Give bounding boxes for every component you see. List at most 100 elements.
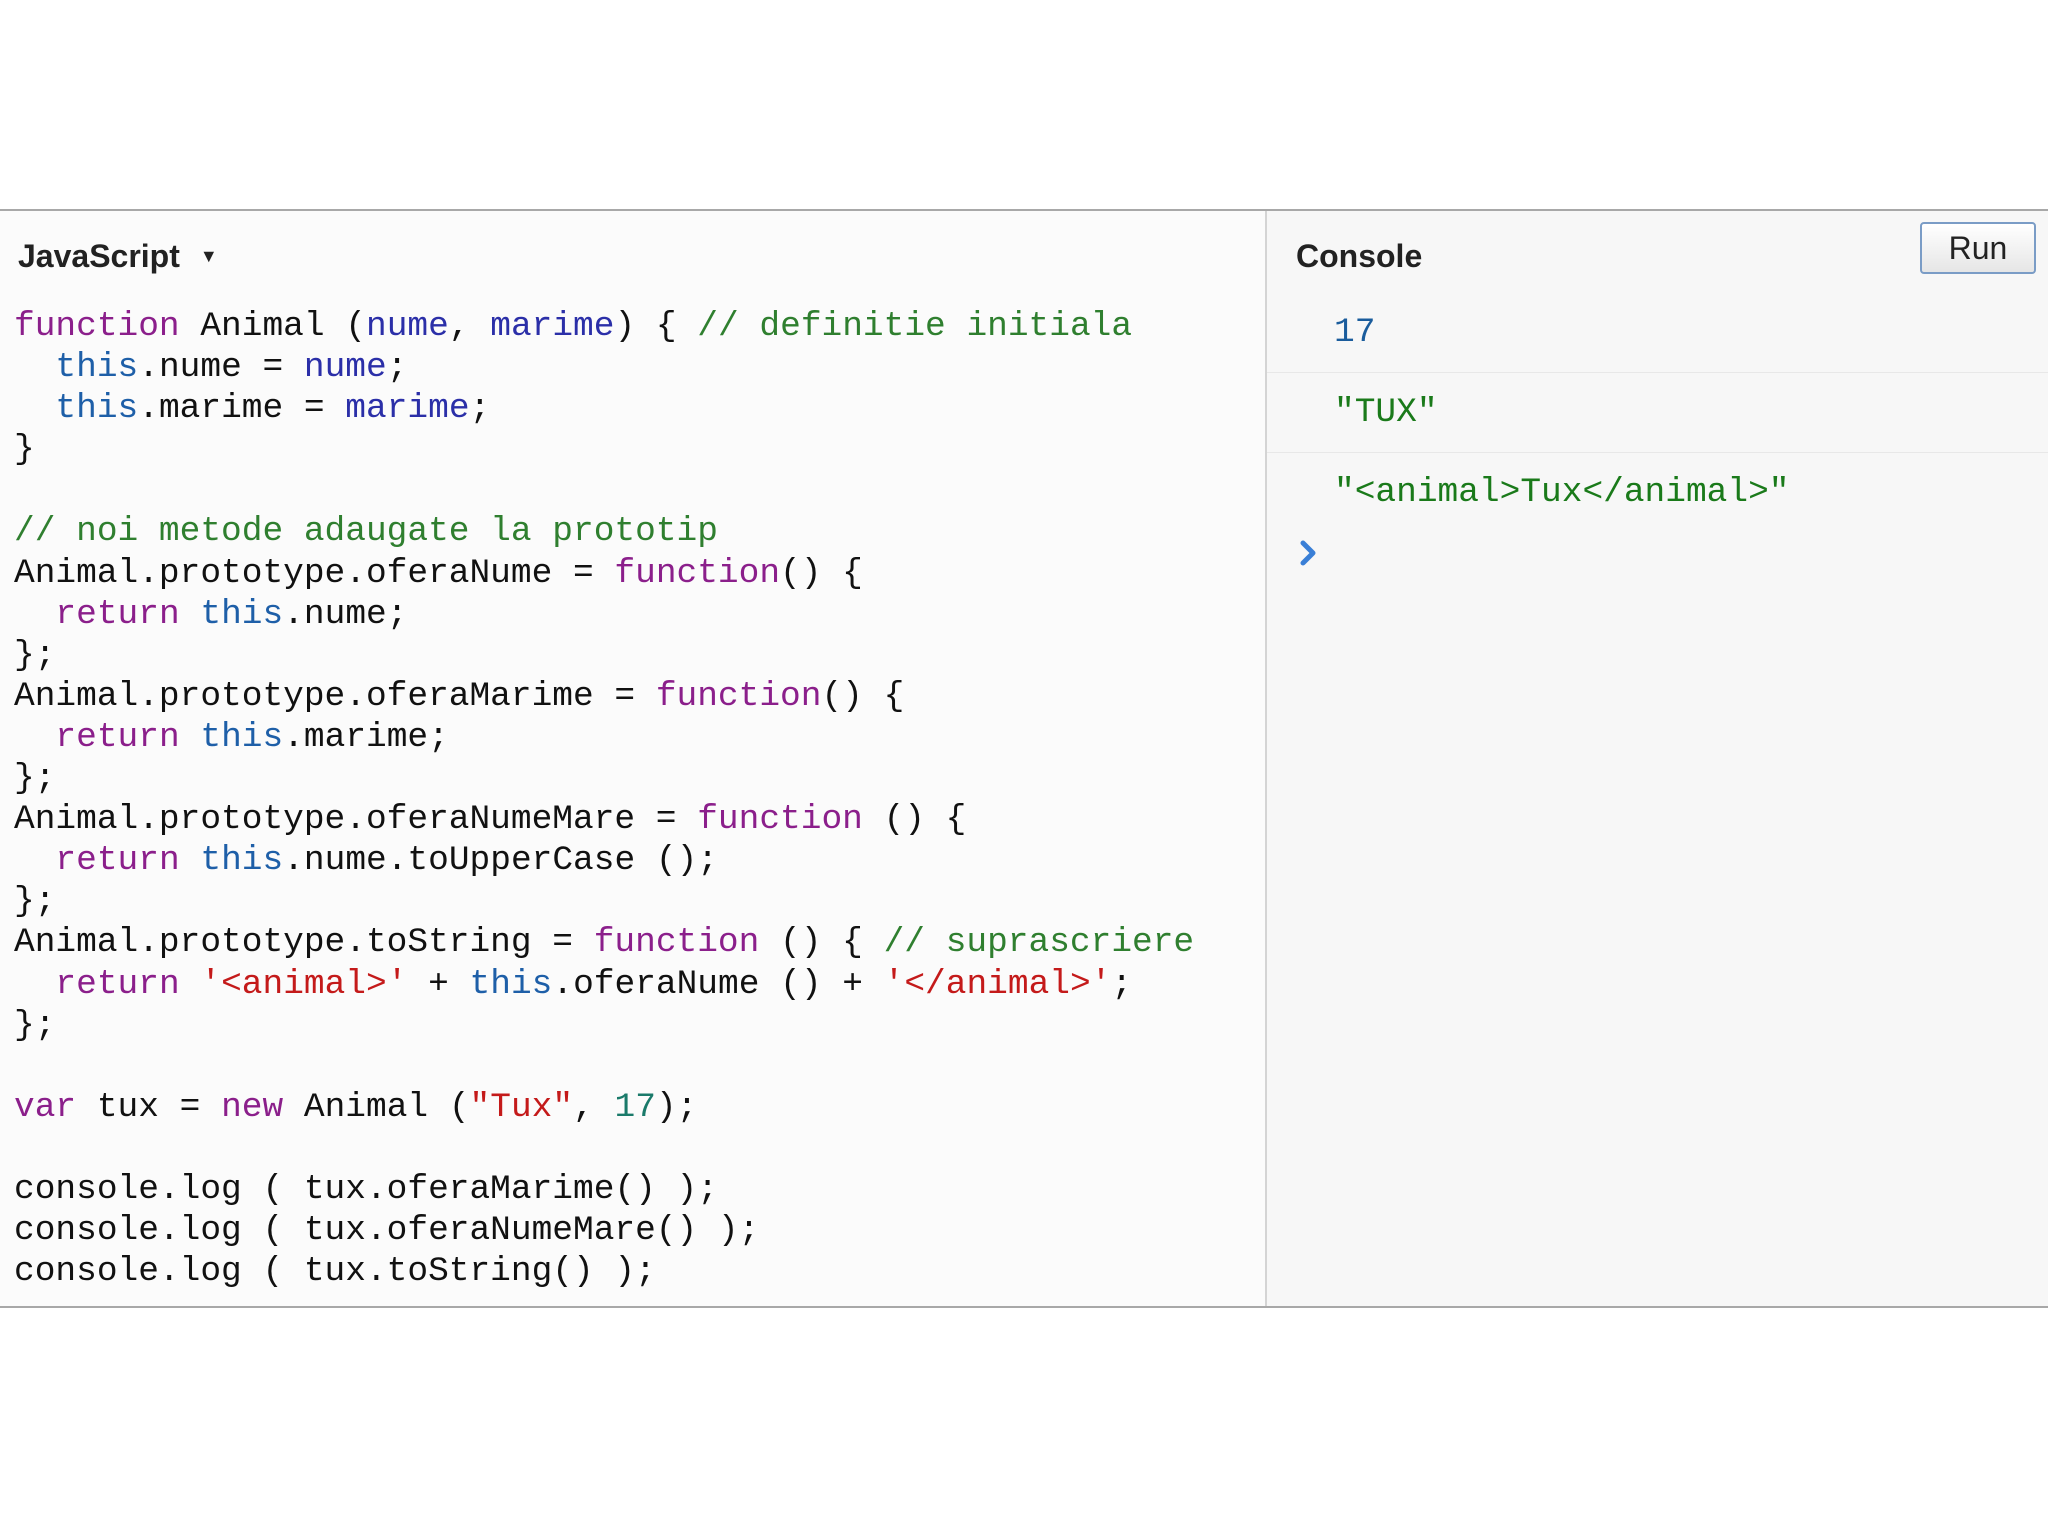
code-editor-panel[interactable]: JavaScript ▼ function Animal ( nume, mari… [0, 211, 1267, 1306]
code-token: this [55, 389, 139, 429]
code-token: this [469, 964, 553, 1004]
console-output-row: "TUX" [1267, 373, 2048, 453]
code-token: function [697, 800, 863, 840]
code-token: return [55, 841, 180, 881]
chevron-right-icon[interactable] [1294, 533, 1324, 573]
language-selector[interactable]: JavaScript ▼ [18, 231, 218, 281]
code-token: this [200, 841, 284, 881]
playground-panels: JavaScript ▼ function Animal ( nume, mari… [0, 209, 2048, 1308]
code-token: } [14, 430, 35, 470]
console-output-value: "<animal>Tux</animal>" [1334, 473, 1790, 512]
code-token: , [448, 307, 491, 346]
code-token: Animal.prototype.oferaNume = [14, 553, 615, 593]
code-line: return '<animal>' + this.oferaNume () + … [14, 964, 1194, 1005]
code-token: function [14, 307, 180, 346]
code-token: .nume.toUpperCase (); [283, 841, 718, 881]
code-token: , [573, 1087, 615, 1127]
code-token: Animal.prototype.oferaNumeMare = [14, 800, 698, 840]
code-token: console.log ( tux.toString() ); [14, 1252, 656, 1292]
code-token: return [55, 717, 180, 757]
code-token: nume [365, 307, 449, 346]
code-line: return this.nume; [14, 594, 1194, 635]
code-token: this [200, 594, 284, 634]
code-token: }; [14, 1005, 56, 1045]
code-line: return this.marime; [14, 717, 1194, 758]
code-line: console.log ( tux.toString() ); [14, 1251, 1194, 1292]
code-token: // suprascriere [883, 923, 1195, 963]
code-token: nume [303, 348, 387, 388]
code-token: Animal ( [283, 1087, 470, 1127]
code-token: () { [780, 553, 863, 593]
code-token: }; [14, 882, 56, 922]
code-token: var [14, 1087, 77, 1127]
console-output-row: 17 [1267, 293, 2048, 373]
console-panel: Console Run 17 "TUX" "<animal>Tux</animal>… [1267, 211, 2048, 1306]
code-token: function [655, 676, 822, 716]
code-token: console.log ( tux.oferaMarime() ); [14, 1169, 718, 1209]
code-token: function [593, 923, 760, 963]
code-line: Animal.prototype.oferaMarime = function(… [14, 676, 1194, 717]
console-output-list: 17 "TUX" "<animal>Tux</animal>" [1267, 293, 2048, 533]
code-token: .marime; [283, 717, 449, 757]
code-token: // definitie initiala [697, 307, 1133, 346]
code-line: var tux = new Animal ("Tux", 17); [14, 1087, 1194, 1128]
caret-down-icon: ▼ [199, 246, 218, 266]
code-area[interactable]: function Animal ( nume, marime ) { // defi… [14, 306, 1194, 1292]
code-token: marime [345, 389, 470, 429]
code-line: Animal.prototype.toString = function () … [14, 922, 1194, 963]
code-token: return [55, 594, 180, 634]
code-token: new [221, 1087, 284, 1127]
code-token: tux = [76, 1087, 222, 1127]
code-token: ; [386, 348, 408, 388]
console-output-value: "TUX" [1334, 393, 1438, 432]
code-line: return this.nume.toUpperCase (); [14, 840, 1194, 881]
code-line: // noi metode adaugate la prototip [14, 511, 1194, 552]
code-line: }; [14, 758, 1194, 799]
code-line: this.marime = marime; [14, 388, 1194, 429]
code-line: console.log ( tux.oferaNumeMare() ); [14, 1210, 1194, 1251]
code-line: function Animal (nume, marime) { // defi… [14, 306, 1194, 347]
code-token: // noi metode adaugate la prototip [14, 512, 718, 552]
code-token: .nume = [138, 348, 304, 388]
code-line: }; [14, 1005, 1194, 1046]
console-title: Console [1296, 238, 1423, 274]
code-token: ); [655, 1087, 698, 1127]
code-token: + [407, 964, 470, 1004]
code-line: Animal.prototype.oferaNume = function() … [14, 553, 1194, 594]
code-token: Animal.prototype.toString = [14, 923, 594, 963]
code-token: 17 [614, 1087, 656, 1127]
code-token: }; [14, 759, 56, 799]
code-token: .marime = [138, 389, 346, 429]
code-token: ; [1111, 964, 1133, 1004]
code-token: '<animal>' [200, 964, 408, 1004]
console-output-row: "<animal>Tux</animal>" [1267, 453, 2048, 533]
code-line: }; [14, 881, 1194, 922]
code-token: function [614, 553, 781, 593]
code-token: return [55, 964, 180, 1004]
code-line: } [14, 429, 1194, 470]
code-token: () { [821, 676, 905, 716]
code-token: console.log ( tux.oferaNumeMare() ); [14, 1211, 760, 1251]
code-token: this [55, 348, 139, 388]
code-token: .oferaNume () + [552, 964, 884, 1004]
language-label: JavaScript [18, 238, 180, 274]
code-token: "Tux" [469, 1087, 574, 1127]
code-line: console.log ( tux.oferaMarime() ); [14, 1169, 1194, 1210]
code-token: ) { [614, 307, 698, 346]
code-token: }; [14, 635, 56, 675]
code-line: Animal.prototype.oferaNumeMare = functio… [14, 799, 1194, 840]
code-token: '</animal>' [883, 964, 1112, 1004]
run-button[interactable]: Run [1920, 222, 2036, 274]
